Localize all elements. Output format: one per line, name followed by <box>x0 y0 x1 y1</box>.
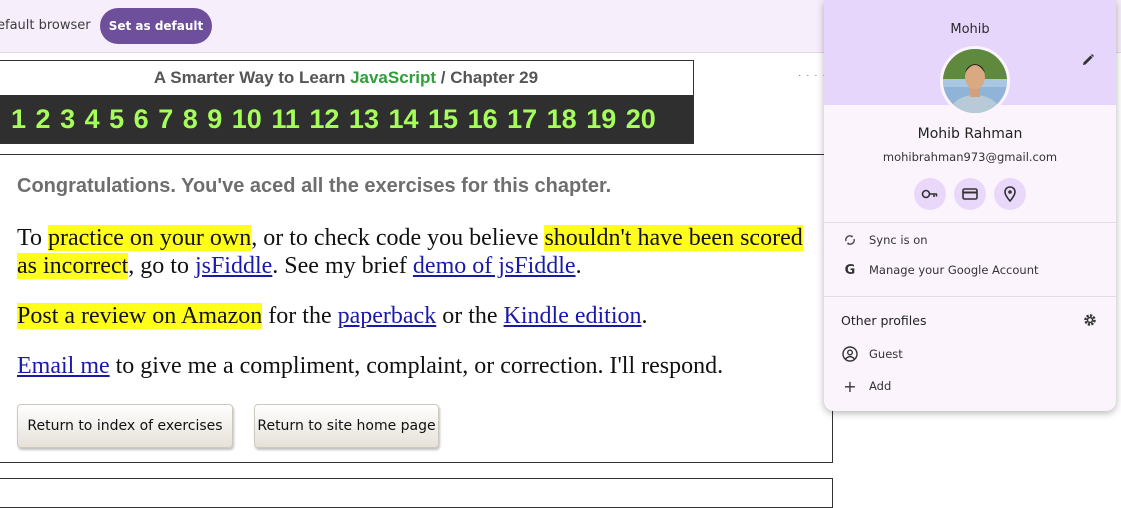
highlight: practice on your own <box>47 225 252 251</box>
congrats-heading: Congratulations. You've aced all the exe… <box>17 175 612 197</box>
demo-jsfiddle-link[interactable]: demo of jsFiddle <box>413 253 576 279</box>
text: , or to check code you believe <box>251 225 545 251</box>
manage-account-row[interactable]: G Manage your Google Account <box>840 260 1039 280</box>
avatar[interactable] <box>940 46 1010 116</box>
chapter-link[interactable]: 13 <box>349 104 379 135</box>
text: . <box>641 303 648 329</box>
guest-person-icon <box>840 344 860 364</box>
chapter-link[interactable]: 9 <box>207 104 222 135</box>
highlight: Post a review on Amazon <box>17 303 263 329</box>
plus-icon: + <box>843 376 857 396</box>
guest-profile-row[interactable]: Guest <box>840 344 903 364</box>
review-paragraph: Post a review on Amazon for the paperbac… <box>17 302 817 330</box>
gear-icon[interactable] <box>1082 312 1100 330</box>
manage-account-label: Manage your Google Account <box>869 263 1039 277</box>
chapter-link[interactable]: 14 <box>388 104 418 135</box>
result-panel: Congratulations. You've aced all the exe… <box>0 154 833 463</box>
chapter-link[interactable]: 11 <box>271 104 300 135</box>
kindle-link[interactable]: Kindle edition <box>504 303 642 329</box>
chapter-link[interactable]: 7 <box>158 104 173 135</box>
divider <box>824 296 1116 297</box>
book-title: A Smarter Way to Learn JavaScript / Chap… <box>0 68 693 88</box>
text: , go to <box>128 253 195 279</box>
chapter-link[interactable]: 18 <box>547 104 577 135</box>
text: To <box>17 225 48 251</box>
return-index-button[interactable]: Return to index of exercises <box>17 404 233 448</box>
text: to give me a compliment, complaint, or c… <box>109 353 724 379</box>
paperback-link[interactable]: paperback <box>338 303 437 329</box>
title-javascript: JavaScript <box>350 68 437 87</box>
payment-card-icon[interactable] <box>954 178 986 210</box>
title-prefix: A Smarter Way to Learn <box>153 68 351 87</box>
book-header: A Smarter Way to Learn JavaScript / Chap… <box>0 60 694 144</box>
jsfiddle-link[interactable]: jsFiddle <box>195 253 272 279</box>
email-paragraph: Email me to give me a compliment, compla… <box>17 352 817 380</box>
chapter-link[interactable]: 12 <box>309 104 339 135</box>
chapter-nav: 1 2 3 4 5 6 7 8 9 10 11 12 13 14 15 16 1… <box>0 95 693 143</box>
text: for the <box>262 303 338 329</box>
sync-icon <box>840 230 860 250</box>
text: . See my brief <box>272 253 413 279</box>
chapter-link[interactable]: 4 <box>85 104 100 135</box>
sync-row[interactable]: Sync is on <box>840 230 928 250</box>
google-icon: G <box>844 262 856 278</box>
chapter-link[interactable]: 3 <box>60 104 75 135</box>
text: . <box>575 253 582 279</box>
chapter-link[interactable]: 16 <box>468 104 498 135</box>
chapter-link[interactable]: 19 <box>586 104 616 135</box>
chapter-link[interactable]: 8 <box>183 104 198 135</box>
add-profile-row[interactable]: + Add <box>840 376 891 396</box>
next-panel-edge <box>0 478 833 508</box>
return-home-button[interactable]: Return to site home page <box>254 404 439 448</box>
profile-menu: Mohib Mohib Rahman mohibrahman973@gmail.… <box>824 0 1116 411</box>
location-pin-icon[interactable] <box>994 178 1026 210</box>
pencil-icon[interactable] <box>1078 50 1098 70</box>
chapter-link[interactable]: 6 <box>134 104 149 135</box>
profile-email: mohibrahman973@gmail.com <box>882 150 1058 164</box>
chapter-link[interactable]: 20 <box>626 104 656 135</box>
guest-label: Guest <box>869 347 903 361</box>
chapter-link[interactable]: 5 <box>109 104 124 135</box>
chapter-link[interactable]: 17 <box>507 104 537 135</box>
chapter-link[interactable]: 1 <box>11 104 26 135</box>
other-profiles-title: Other profiles <box>841 313 927 328</box>
profile-full-name: Mohib Rahman <box>917 126 1023 142</box>
practice-paragraph: To practice on your own, or to check cod… <box>17 224 817 280</box>
set-as-default-button[interactable]: Set as default <box>100 8 212 44</box>
profile-name-header: Mohib <box>950 22 990 37</box>
chapter-link[interactable]: 2 <box>36 104 51 135</box>
title-chapter: / Chapter 29 <box>436 68 539 87</box>
sync-label: Sync is on <box>869 233 928 247</box>
passwords-key-icon[interactable] <box>914 178 946 210</box>
chapter-link[interactable]: 10 <box>232 104 262 135</box>
infobar-message: efault browser <box>0 18 91 33</box>
chapter-link[interactable]: 15 <box>428 104 458 135</box>
divider <box>824 222 1116 223</box>
add-label: Add <box>869 379 892 393</box>
text: or the <box>436 303 504 329</box>
email-me-link[interactable]: Email me <box>17 353 110 379</box>
